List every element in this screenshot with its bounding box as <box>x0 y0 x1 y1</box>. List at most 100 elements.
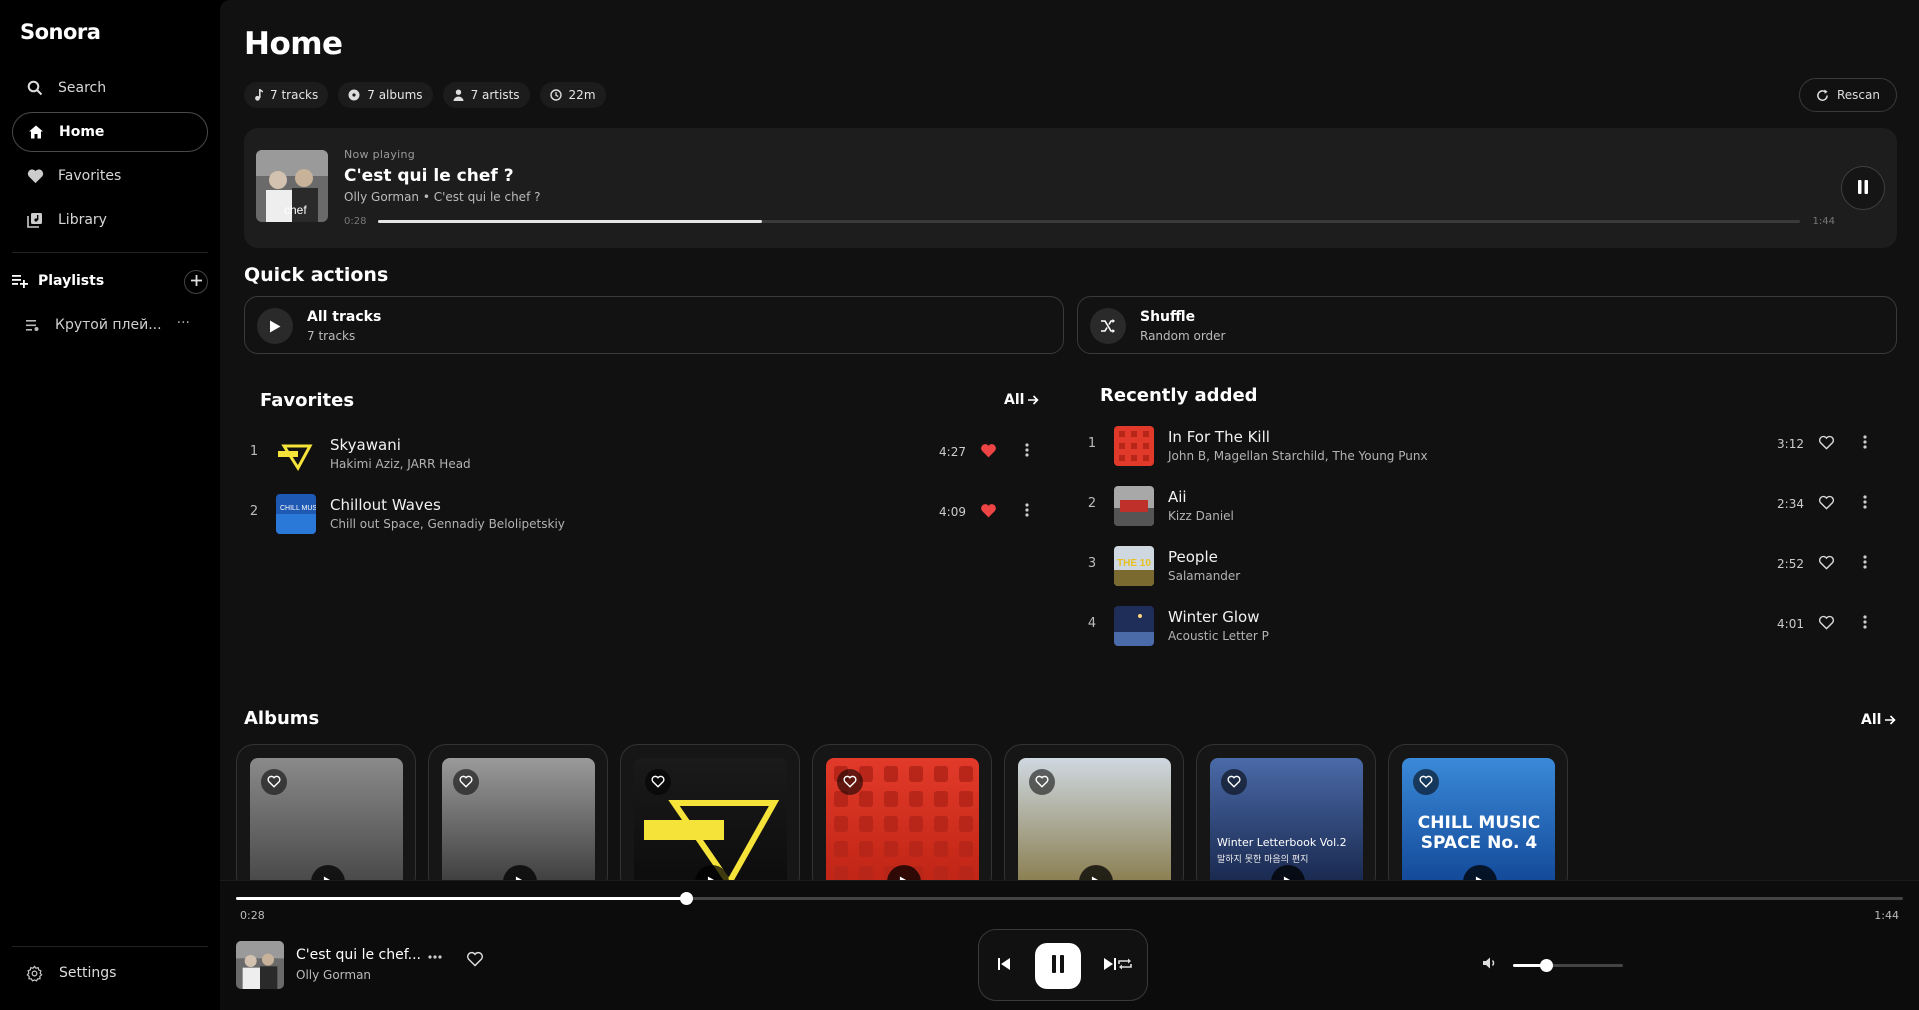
brand-logo: Sonora <box>20 20 101 44</box>
heart-outline-icon[interactable] <box>466 951 484 967</box>
pause-icon <box>1051 955 1065 977</box>
album-card[interactable]: HAKIMI AZIZ & JARR HEADSKYAWANI <box>620 744 800 880</box>
play-icon <box>899 873 910 880</box>
heart-outline-icon[interactable] <box>1818 555 1835 570</box>
heart-outline-icon <box>1227 773 1241 792</box>
player-elapsed: 0:28 <box>240 909 265 922</box>
sidebar-nav: Search Home Favorites Library <box>12 68 208 244</box>
now-playing-progress[interactable] <box>378 220 1800 223</box>
search-icon <box>26 79 44 97</box>
track-row[interactable]: 2 Aii Kizz Daniel 2:34 <box>1082 480 1888 532</box>
album-favorite-button[interactable] <box>453 769 479 795</box>
main-content: Home 7 tracks 7 albums 7 artists 22m Res… <box>220 0 1919 880</box>
volume-slider[interactable] <box>1513 959 1623 972</box>
repeat-button[interactable] <box>1117 956 1133 975</box>
heart-outline-icon[interactable] <box>1818 495 1835 510</box>
track-artist: John B, Magellan Starchild, The Young Pu… <box>1168 449 1428 463</box>
favorites-title: Favorites <box>260 390 355 411</box>
albums-grid: C'est qui le chef ?King Of LoveHAKIMI AZ… <box>236 744 1580 880</box>
volume-icon[interactable] <box>1482 956 1498 970</box>
heart-filled-icon[interactable] <box>980 503 997 518</box>
playlist-more-button[interactable]: ··· <box>177 315 190 331</box>
all-tracks-button[interactable]: All tracks 7 tracks <box>244 296 1064 354</box>
album-favorite-button[interactable] <box>837 769 863 795</box>
disc-icon <box>348 89 360 101</box>
track-row[interactable]: 2 CHILL MUSIC Chillout Waves Chill out Spac… <box>244 488 1050 540</box>
seek-handle[interactable] <box>680 892 694 905</box>
heart-filled-icon[interactable] <box>980 443 997 458</box>
albums-all-link[interactable]: All <box>1861 712 1897 728</box>
more-icon[interactable] <box>428 955 442 959</box>
previous-button[interactable] <box>997 956 1011 975</box>
album-card[interactable]: King Of Love <box>428 744 608 880</box>
now-playing-pause-button[interactable] <box>1841 166 1885 210</box>
sidebar-item-home[interactable]: Home <box>12 112 208 152</box>
album-card[interactable]: C'est qui le chef ? <box>236 744 416 880</box>
heart-outline-icon[interactable] <box>1818 615 1835 630</box>
playback-controls <box>978 929 1148 1001</box>
svg-text:CHILL MUSIC: CHILL MUSIC <box>280 505 316 512</box>
add-playlist-button[interactable] <box>184 270 208 294</box>
sidebar-item-search[interactable]: Search <box>12 68 208 108</box>
album-card[interactable]: Winter Letterbook Vol.2 말하지 못한 마음의 편지 <box>1196 744 1376 880</box>
album-favorite-button[interactable] <box>1413 769 1439 795</box>
album-favorite-button[interactable] <box>261 769 287 795</box>
track-row[interactable]: 1 In For The Kill John B, Magellan Starchi… <box>1082 420 1888 472</box>
divider <box>12 252 208 253</box>
svg-text:THE 10: THE 10 <box>1117 558 1151 569</box>
skip-forward-icon <box>1103 956 1117 975</box>
library-icon <box>26 211 44 229</box>
playlist-item[interactable]: Крутой плей... ··· <box>12 310 208 340</box>
play-icon <box>515 873 526 880</box>
track-row[interactable]: 3 THE 10 People Salamander 2:52 <box>1082 540 1888 592</box>
more-vertical-icon[interactable] <box>1863 435 1867 449</box>
play-icon <box>707 873 718 880</box>
album-cover-subtext: 말하지 못한 마음의 편지 <box>1217 855 1309 865</box>
favorites-all-link[interactable]: All <box>1004 392 1040 408</box>
sidebar-item-library[interactable]: Library <box>12 200 208 240</box>
track-number: 1 <box>1087 436 1097 451</box>
track-duration: 4:27 <box>939 445 966 459</box>
track-duration: 2:34 <box>1777 497 1804 511</box>
track-duration: 4:09 <box>939 505 966 519</box>
more-vertical-icon[interactable] <box>1863 555 1867 569</box>
more-vertical-icon[interactable] <box>1025 443 1029 457</box>
album-favorite-button[interactable] <box>1029 769 1055 795</box>
more-vertical-icon[interactable] <box>1863 615 1867 629</box>
sidebar-item-favorites[interactable]: Favorites <box>12 156 208 196</box>
plus-icon <box>190 274 202 290</box>
rescan-button[interactable]: Rescan <box>1799 78 1897 112</box>
heart-outline-icon <box>1035 773 1049 792</box>
track-duration: 4:01 <box>1777 617 1804 631</box>
heart-icon <box>26 167 44 185</box>
now-playing-card[interactable]: chef Now playing C'est qui le chef ? Oll… <box>244 128 1897 248</box>
heart-outline-icon[interactable] <box>1818 435 1835 450</box>
next-button[interactable] <box>1103 956 1117 975</box>
track-title: Aii <box>1168 488 1187 506</box>
arrow-right-icon <box>1028 395 1040 405</box>
play-pause-button[interactable] <box>1035 943 1081 989</box>
settings-button[interactable]: Settings <box>12 955 208 991</box>
track-row[interactable]: 4 Winter Glow Acoustic Letter P 4:01 <box>1082 600 1888 652</box>
track-cover <box>1114 486 1154 526</box>
shuffle-button[interactable]: Shuffle Random order <box>1077 296 1897 354</box>
stat-artists: 7 artists <box>442 82 530 108</box>
volume-handle[interactable] <box>1540 959 1553 972</box>
track-cover <box>1114 606 1154 646</box>
play-icon <box>1475 873 1486 880</box>
track-row[interactable]: 1 Skyawani Hakimi Aziz, JARR Head 4:27 <box>244 428 1050 480</box>
album-card[interactable]: THE 10 COMMANDMENTS <box>1004 744 1184 880</box>
album-favorite-button[interactable] <box>1221 769 1247 795</box>
album-card[interactable]: CHILL MUSIC SPACE No. 4 <box>1388 744 1568 880</box>
repeat-icon <box>1117 956 1133 975</box>
playlists-title: Playlists <box>38 273 105 289</box>
track-number: 1 <box>249 444 259 459</box>
more-vertical-icon[interactable] <box>1863 495 1867 509</box>
skip-back-icon <box>997 956 1011 975</box>
album-favorite-button[interactable] <box>645 769 671 795</box>
now-playing-label: Now playing <box>344 148 416 161</box>
album-card[interactable] <box>812 744 992 880</box>
seek-bar[interactable] <box>236 892 1903 905</box>
play-icon <box>1091 873 1102 880</box>
more-vertical-icon[interactable] <box>1025 503 1029 517</box>
